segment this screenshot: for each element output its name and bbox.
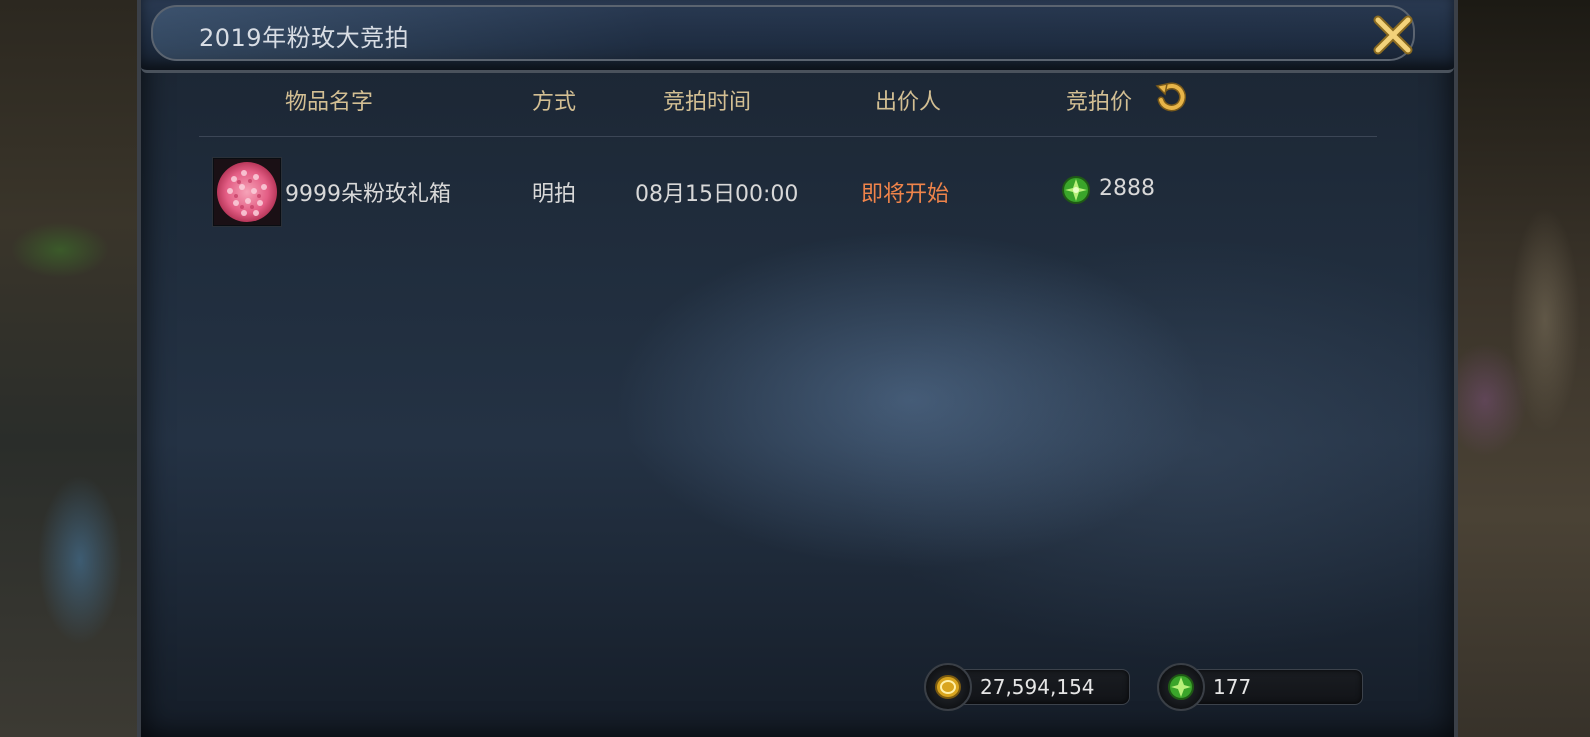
gem-wallet: 177 — [1157, 663, 1363, 711]
header-price: 竞拍价 — [1066, 90, 1133, 115]
gem-currency-icon — [1157, 663, 1205, 711]
close-button[interactable] — [1369, 12, 1417, 58]
auction-time: 08月15日00:00 — [635, 182, 799, 207]
gem-bar — [1179, 669, 1363, 705]
auction-panel: 2019年粉玫大竞拍 物品名字 方式 竞拍时间 出价人 竞拍价 9999朵粉玫礼… — [137, 0, 1458, 737]
bidder-status: 即将开始 — [861, 182, 950, 207]
table-row[interactable]: 9999朵粉玫礼箱 明拍 08月15日00:00 即将开始 2888 — [199, 150, 1377, 230]
gold-amount: 27,594,154 — [980, 675, 1095, 699]
close-icon — [1373, 15, 1413, 55]
pink-rose-bouquet-icon[interactable] — [213, 158, 281, 226]
header-item-name: 物品名字 — [285, 90, 374, 115]
refresh-icon[interactable] — [1154, 80, 1188, 114]
game-scene-right — [1445, 0, 1590, 737]
title-bar: 2019年粉玫大竞拍 — [141, 0, 1454, 73]
window-title: 2019年粉玫大竞拍 — [199, 24, 410, 52]
gold-coin-icon — [924, 663, 972, 711]
gem-amount: 177 — [1213, 675, 1252, 699]
header-bidder: 出价人 — [875, 90, 942, 115]
auction-mode: 明拍 — [532, 182, 577, 207]
header-mode: 方式 — [532, 90, 577, 115]
item-name: 9999朵粉玫礼箱 — [285, 182, 451, 207]
table-header: 物品名字 方式 竞拍时间 出价人 竞拍价 — [199, 72, 1377, 137]
game-scene-left — [0, 0, 140, 737]
header-time: 竞拍时间 — [663, 90, 752, 115]
gold-wallet: 27,594,154 — [924, 663, 1130, 711]
auction-price: 2888 — [1099, 176, 1155, 201]
gem-currency-icon — [1062, 176, 1090, 204]
